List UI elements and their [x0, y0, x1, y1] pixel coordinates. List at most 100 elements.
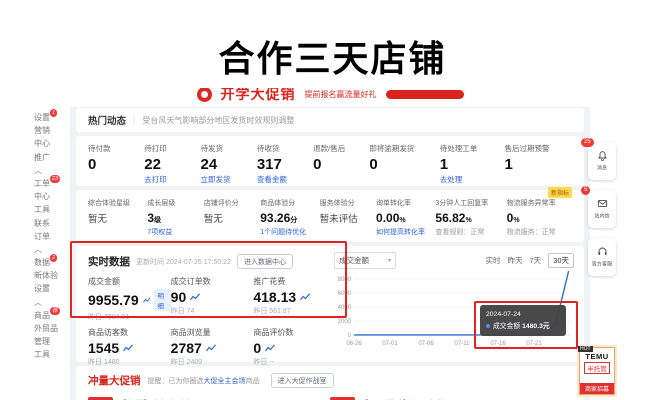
- temu-ad[interactable]: HOT TEMU 半托管 商家招募: [577, 345, 617, 397]
- sidebar-item[interactable]: 设置: [34, 283, 68, 296]
- realtime-updated-time: 更新时间 2024-07-26 17:50:22: [136, 257, 231, 267]
- sidebar-item[interactable]: 工具: [34, 349, 68, 362]
- order-stat: 退款/售后 0: [313, 143, 369, 185]
- svg-text:06-26: 06-26: [346, 341, 362, 347]
- sidebar-item-label: ︿: [34, 245, 42, 254]
- rail-item-support[interactable]: 官方客服: [588, 238, 616, 276]
- trend-mini-icon[interactable]: [300, 293, 310, 301]
- order-stat-label: 待收货: [257, 143, 313, 154]
- chevron-down-icon: ▾: [388, 257, 391, 264]
- order-stat: 待付款 0: [88, 143, 144, 185]
- sidebar-item-label: ︿: [34, 298, 42, 307]
- realtime-metric: 商品访客数 1545 昨日 1480: [88, 327, 171, 367]
- detail-pill-button[interactable]: 明细: [154, 289, 170, 311]
- sidebar-item-label: 工具: [34, 205, 50, 214]
- svg-text:07-11: 07-11: [455, 341, 471, 347]
- promo-war-room-button[interactable]: 进入大促作战室: [271, 373, 334, 388]
- sidebar-item[interactable]: 管理: [34, 336, 68, 349]
- sidebar-item-label: 数据: [34, 258, 50, 267]
- sidebar-item-label: 设置: [34, 113, 50, 122]
- order-stat-link[interactable]: 去打印: [144, 174, 200, 185]
- metric-select-dropdown[interactable]: 成交金额 ▾: [334, 252, 396, 269]
- order-stat: 售后过期预警 1: [504, 143, 572, 185]
- order-stat-label: 待付款: [88, 143, 144, 154]
- order-stat-link[interactable]: 立即发货: [201, 174, 257, 185]
- order-stat-value: 317: [257, 156, 313, 173]
- sidebar-item[interactable]: 工具: [34, 204, 68, 217]
- sidebar-item-badge: 23: [50, 175, 60, 183]
- sidebar-item[interactable]: 商品 荐: [34, 310, 68, 323]
- product-issues-link[interactable]: 1个问题待优化: [260, 227, 319, 237]
- trend-mini-icon[interactable]: [123, 344, 133, 352]
- metric-label: 成交金额: [88, 276, 171, 287]
- promo-venue-link[interactable]: 大促全主会场: [204, 378, 246, 385]
- tab-yesterday[interactable]: 昨天: [507, 255, 522, 266]
- banner-cta-button[interactable]: [386, 90, 464, 99]
- order-stat-label: 即将逾期发货: [369, 143, 439, 154]
- metric-yesterday: 昨日 7904.91: [88, 312, 171, 322]
- sidebar-item-label: 营销: [34, 126, 50, 135]
- sidebar-item[interactable]: 订单: [34, 231, 68, 244]
- order-stat-link[interactable]: 去处理: [440, 174, 505, 185]
- rail-item-messages[interactable]: 25 消息: [588, 142, 616, 180]
- metric-label: 商品浏览量: [171, 327, 254, 338]
- sidebar-item-badge: 1: [50, 109, 57, 117]
- page-title: 合作三天店铺: [0, 30, 665, 82]
- sidebar-item[interactable]: 联系: [34, 218, 68, 231]
- sidebar-item[interactable]: 工单 23: [34, 178, 68, 191]
- sidebar-item[interactable]: 中心: [34, 138, 68, 151]
- trend-mini-icon[interactable]: [265, 344, 275, 352]
- series-dot-icon: [486, 324, 490, 328]
- divider: |: [133, 115, 135, 125]
- sidebar-item-label: 推广: [34, 153, 50, 162]
- headset-icon: [597, 246, 608, 257]
- metric-label: 成交订单数: [171, 276, 254, 287]
- svg-text:8000: 8000: [338, 277, 352, 283]
- order-stats-card: 待付款 0 待打印 22 去打印 待发货 24 立即发货 待收货 317 查看金…: [76, 136, 584, 186]
- data-center-button[interactable]: 进入数据中心: [237, 254, 293, 269]
- order-stat-value: 1: [440, 156, 505, 173]
- sidebar-item[interactable]: 营销: [34, 125, 68, 138]
- svg-text:2000: 2000: [338, 319, 352, 325]
- tab-30days[interactable]: 30天: [548, 253, 574, 268]
- inbox-badge: 5: [581, 186, 590, 195]
- hot-news-title[interactable]: 热门动态: [88, 113, 126, 127]
- banner-title: 开学大促销: [221, 88, 296, 104]
- sidebar-item[interactable]: 新体验: [34, 270, 68, 283]
- svg-text:6000: 6000: [338, 291, 352, 297]
- mail-icon: [597, 198, 608, 209]
- new-metric-badge: 新指标: [548, 187, 572, 198]
- sidebar-item[interactable]: 数据 2: [34, 257, 68, 270]
- sidebar-item[interactable]: 外贸品: [34, 323, 68, 336]
- left-sidebar: 设置 1 营销 中心 推广 ︿ 工单 23 中心: [34, 112, 68, 363]
- conversion-help-link[interactable]: 如何提高转化率: [376, 227, 435, 237]
- trend-mini-icon[interactable]: [206, 344, 216, 352]
- metric-value: 9955.79: [88, 292, 139, 308]
- quality-stat-inquiry-conversion: 询单转化率 0.00% 如何提高转化率: [376, 198, 435, 239]
- sidebar-item-label: ︿: [34, 166, 42, 175]
- realtime-metric: 成交金额 9955.79 明细 昨日 7904.91: [88, 276, 171, 322]
- growth-benefits-link[interactable]: 7项权益: [147, 227, 203, 237]
- realtime-metric: 商品浏览量 2787 昨日 2409: [171, 327, 254, 367]
- trend-mini-icon[interactable]: [190, 293, 200, 301]
- sidebar-item-label: 外贸品: [34, 324, 58, 333]
- quality-stat-logistics-abnormal: 新指标 物流服务异常率 0% 物流服务：正常: [507, 198, 572, 239]
- trend-mini-icon[interactable]: [143, 296, 151, 304]
- sidebar-item[interactable]: 推广: [34, 152, 68, 165]
- tab-realtime[interactable]: 实时: [485, 255, 500, 266]
- sidebar-item-label: 商品: [34, 311, 50, 320]
- order-stat: 待打印 22 去打印: [144, 143, 200, 185]
- realtime-metric: 成交订单数 90 昨日 74: [171, 276, 254, 322]
- banner-subtitle: 提前报名赢流量好礼: [305, 89, 377, 100]
- order-stat-link[interactable]: 查看金额: [257, 174, 313, 185]
- metric-yesterday: 昨日 561.87: [253, 306, 336, 316]
- order-stat-label: 售后过期预警: [504, 143, 572, 154]
- hot-news-text[interactable]: 受台风天气影响部分地区发货时效规则调整: [142, 115, 294, 126]
- order-stat: 即将逾期发货 0: [369, 143, 439, 185]
- quality-stats-card: 综合体验星级 暂无 成长层级 3级 7项权益 店铺评价分 暂无 商品体验分 93…: [76, 190, 584, 242]
- sidebar-item[interactable]: 设置 1: [34, 112, 68, 125]
- tab-7days[interactable]: 7天: [529, 255, 541, 266]
- sidebar-item[interactable]: 中心: [34, 191, 68, 204]
- banner-logo-icon: [197, 88, 212, 102]
- rail-item-inbox[interactable]: 5 站内信: [588, 190, 616, 228]
